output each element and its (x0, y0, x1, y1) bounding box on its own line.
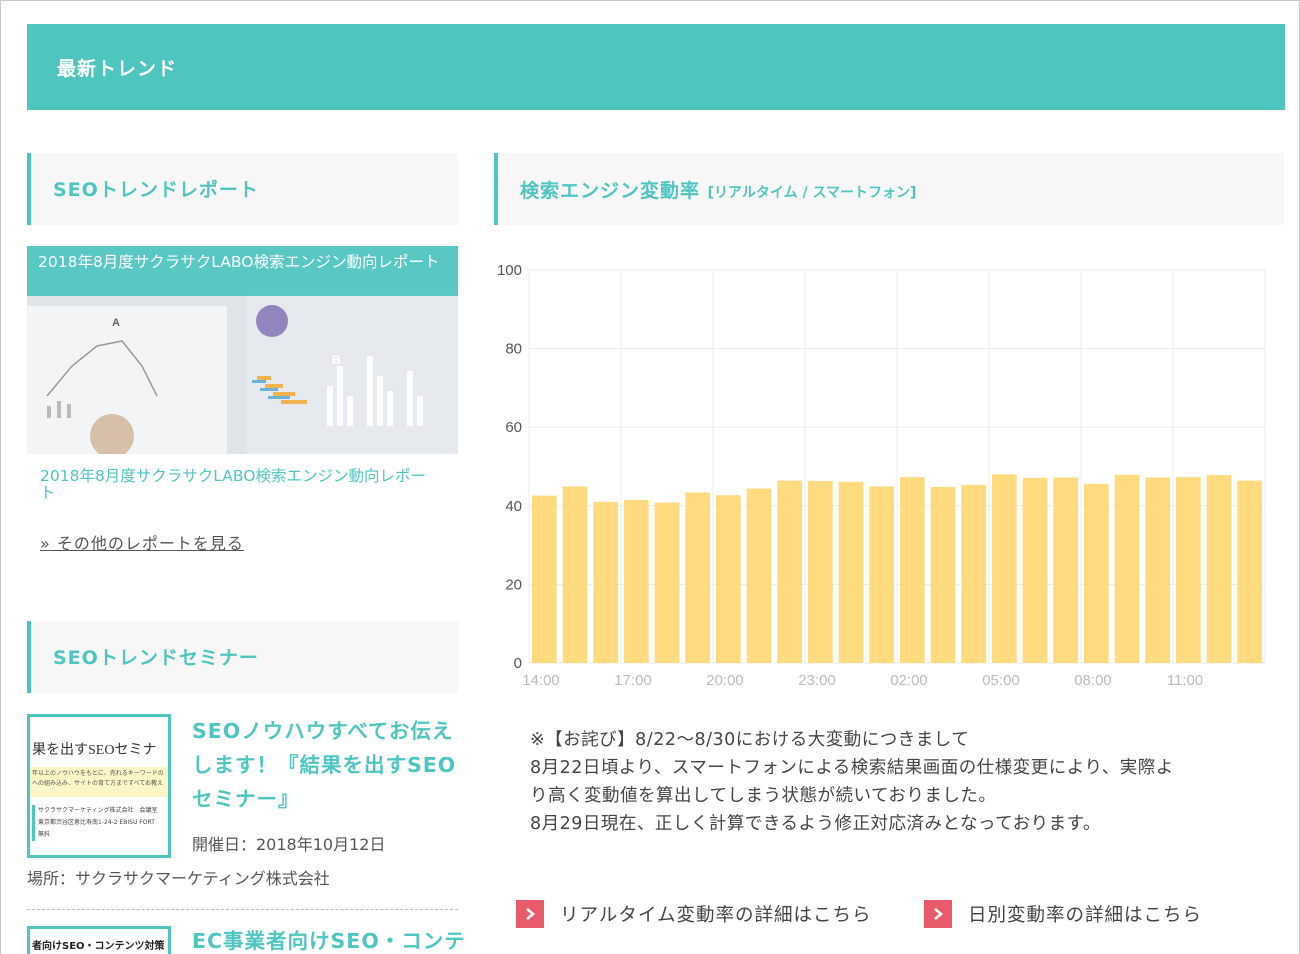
bar (992, 474, 1017, 663)
chart-section-title: 検索エンジン変動率 (520, 180, 701, 202)
bar (624, 499, 649, 663)
bar (1022, 477, 1048, 663)
realtime-detail-label: リアルタイム変動率の詳細はこちら (560, 905, 872, 926)
chart-section-header: 検索エンジン変動率 [リアルタイム / スマートフォン] (494, 153, 1284, 225)
bar (1176, 477, 1201, 663)
report-card-caption: 2018年8月度サクラサクLABO検索エンジン動向レポート (27, 246, 458, 296)
bar (746, 488, 772, 663)
daily-detail-label: 日別変動率の詳細はこちら (968, 905, 1203, 926)
notice-line: り高く変動値を算出してしまう状態が続いておりました。 (530, 786, 997, 806)
y-tick-label: 80 (505, 341, 522, 358)
report-card-link[interactable]: 2018年8月度サクラサクLABO検索エンジン動向レポート (40, 468, 440, 502)
x-tick-label: 23:00 (798, 672, 836, 689)
chart-section-subtitle: [リアルタイム / スマートフォン] (707, 185, 917, 201)
seminar-thumb-line: 東京都渋谷区恵比寿南1-24-2 EBISU FORT (38, 819, 155, 826)
x-tick-label: 11:00 (1167, 672, 1203, 689)
seminar-thumbnail[interactable]: 者向けSEO・コンテンツ対策 (27, 926, 171, 954)
seminar-section-title: SEOトレンドセミナー (53, 647, 259, 669)
y-tick-label: 20 (505, 576, 522, 593)
x-tick-label: 08:00 (1074, 672, 1112, 689)
y-tick-label: 60 (505, 419, 522, 436)
x-tick-label: 17:00 (614, 672, 652, 689)
chevron-right-icon (924, 900, 952, 928)
y-tick-label: 40 (505, 498, 522, 515)
seminar-section-header: SEOトレンドセミナー (27, 621, 458, 693)
x-tick-label: 20:00 (706, 672, 744, 689)
report-section-title: SEOトレンドレポート (53, 179, 259, 201)
bar (1237, 480, 1262, 663)
bar (869, 486, 894, 663)
seminar-thumb-line: への組み込み、サイトの育て方まですべてお教え (32, 780, 164, 787)
notice-line: ※【お詫び】8/22〜8/30における大変動につきまして (530, 730, 970, 750)
seminar-title-link[interactable]: EC事業者向けSEO・コンテ (192, 924, 465, 954)
bar (838, 481, 864, 663)
seminar-place: 場所：サクラサクマーケティング株式会社 (27, 869, 330, 888)
y-tick-label: 100 (497, 262, 522, 279)
more-reports-link[interactable]: » その他のレポートを見る (40, 530, 244, 554)
daily-detail-link[interactable]: 日別変動率の詳細はこちら (924, 898, 1202, 930)
banner-title: 最新トレンド (57, 58, 178, 80)
seminar-thumb-line: サクラサクマーケティング株式会社 会議室 (38, 807, 158, 814)
seminar-date: 開催日：2018年10月12日 (192, 835, 386, 854)
bar (900, 477, 925, 663)
notice-line: 8月29日現在、正しく計算できるよう修正対応済みとなっております。 (530, 814, 1101, 834)
bar (685, 492, 710, 663)
report-card-image[interactable]: B A 2018年8月度サクラサクLABO検索エンジン動向レポート (27, 246, 458, 454)
bar (1145, 477, 1170, 663)
svg-text:A: A (112, 317, 120, 329)
seminar-thumb-title: 果を出すSEOセミナ (32, 743, 157, 758)
bar (1114, 474, 1140, 663)
report-section-header: SEOトレンドレポート (27, 153, 458, 225)
latest-trend-banner: 最新トレンド (27, 24, 1285, 110)
bar (1206, 475, 1232, 663)
svg-text:B: B (332, 353, 341, 367)
chevron-right-icon (516, 900, 544, 928)
seminar-thumb-title: 者向けSEO・コンテンツ対策 (32, 941, 165, 952)
bar (532, 495, 557, 663)
realtime-detail-link[interactable]: リアルタイム変動率の詳細はこちら (516, 898, 871, 930)
seminar-title-link[interactable]: SEOノウハウすべてお伝えします！『結果を出すSEOセミナー』 (192, 714, 462, 816)
y-tick-label: 0 (514, 655, 522, 672)
apology-notice: ※【お詫び】8/22〜8/30における大変動につきまして 8月22日頃より、スマ… (530, 726, 1260, 838)
seminar-thumb-line: 年以上のノウハウをもとに、売れるキーワードの (32, 770, 164, 777)
bar (716, 495, 741, 663)
seminar-thumb-line: 無料 (38, 831, 51, 838)
bar (808, 481, 833, 663)
bar (930, 486, 956, 663)
bar (1053, 477, 1078, 663)
volatility-bar-chart: 0 20 40 60 80 100 14:00 17:00 20:00 23:00 02:00 05:… (497, 262, 1266, 689)
x-tick-label: 14:00 (522, 672, 560, 689)
bar (777, 480, 802, 663)
bar (593, 501, 618, 663)
bar (1084, 483, 1109, 663)
seminar-thumbnail[interactable]: 果を出すSEOセミナ 年以上のノウハウをもとに、売れるキーワードの への組み込み… (27, 714, 171, 858)
seminar-divider (27, 909, 458, 910)
bar (654, 502, 680, 663)
notice-line: 8月22日頃より、スマートフォンによる検索結果画面の仕様変更により、実際よ (530, 758, 1174, 778)
bar (562, 486, 588, 663)
bar (961, 484, 986, 663)
x-tick-label: 02:00 (890, 672, 928, 689)
x-tick-label: 05:00 (982, 672, 1020, 689)
